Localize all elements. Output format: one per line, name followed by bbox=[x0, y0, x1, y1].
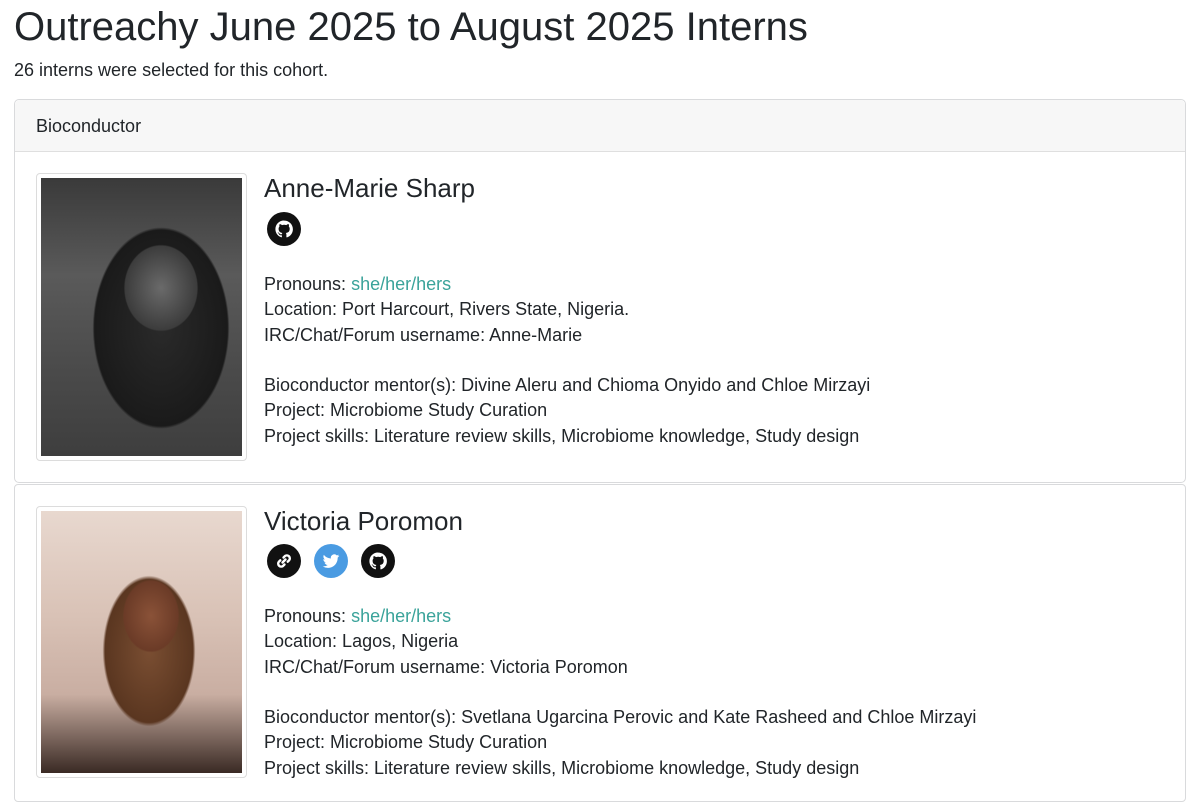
location-text: Location: Lagos, Nigeria bbox=[264, 631, 459, 652]
project-skills-text: Project skills: Literature review skills… bbox=[264, 757, 860, 778]
profile-links bbox=[267, 212, 301, 246]
cohort-count-text: 26 interns were selected for this cohort… bbox=[14, 60, 329, 80]
pronouns-label: Pronouns: bbox=[264, 606, 352, 626]
intern-photo-frame bbox=[36, 506, 247, 778]
page-title: Outreachy June 2025 to August 2025 Inter… bbox=[14, 5, 808, 49]
bioconductor-section-card: Bioconductor Anne-Marie Sharp Pronouns: … bbox=[14, 99, 1186, 483]
profile-links bbox=[267, 544, 395, 578]
pronouns-row: Pronouns: she/her/hers bbox=[264, 272, 870, 297]
link-icon[interactable] bbox=[267, 544, 301, 578]
pronouns-link[interactable]: she/her/hers bbox=[351, 606, 451, 626]
github-icon[interactable] bbox=[267, 212, 301, 246]
project-text: Project: Microbiome Study Curation bbox=[264, 732, 548, 753]
location-text: Location: Port Harcourt, Rivers State, N… bbox=[264, 299, 630, 320]
pronouns-row: Pronouns: she/her/hers bbox=[264, 604, 976, 629]
intern-photo bbox=[41, 178, 242, 456]
intern-photo bbox=[41, 511, 242, 773]
section-header: Bioconductor bbox=[15, 100, 1185, 152]
intern-photo-frame bbox=[36, 173, 247, 461]
twitter-icon[interactable] bbox=[314, 544, 348, 578]
mentors-text: Bioconductor mentor(s): Svetlana Ugarcin… bbox=[264, 707, 977, 728]
intern-details: Pronouns: she/her/hers Location: Port Ha… bbox=[264, 272, 870, 449]
intern-name: Anne-Marie Sharp bbox=[264, 173, 475, 203]
mentors-text: Bioconductor mentor(s): Divine Aleru and… bbox=[264, 375, 871, 396]
intern-details: Pronouns: she/her/hers Location: Lagos, … bbox=[264, 604, 976, 781]
github-icon[interactable] bbox=[361, 544, 395, 578]
username-text: IRC/Chat/Forum username: Victoria Poromo… bbox=[264, 656, 628, 677]
pronouns-link[interactable]: she/her/hers bbox=[351, 274, 451, 294]
project-skills-text: Project skills: Literature review skills… bbox=[264, 425, 860, 446]
username-text: IRC/Chat/Forum username: Anne-Marie bbox=[264, 324, 583, 345]
project-text: Project: Microbiome Study Curation bbox=[264, 400, 548, 421]
pronouns-label: Pronouns: bbox=[264, 274, 352, 294]
intern-name: Victoria Poromon bbox=[264, 506, 463, 536]
intern-card: Victoria Poromon Pronouns: she/her/hers … bbox=[14, 484, 1186, 802]
